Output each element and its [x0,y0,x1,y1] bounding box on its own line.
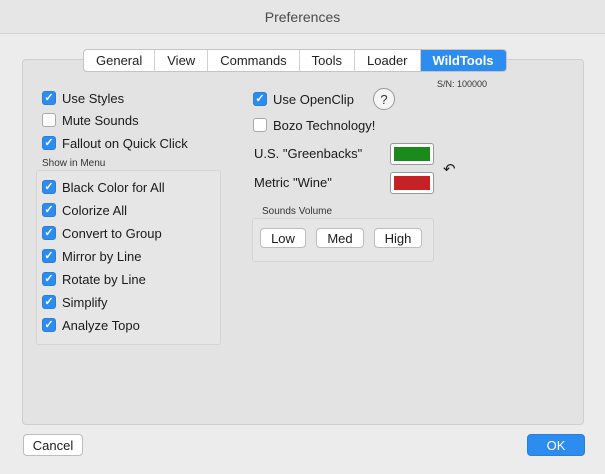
checkbox-label: Black Color for All [62,179,165,195]
mirror-by-line-checkbox[interactable]: Mirror by Line [42,247,141,265]
checkbox-icon [42,180,56,194]
checkbox-label: Analyze Topo [62,317,140,333]
checkbox-label: Simplify [62,294,108,310]
convert-to-group-checkbox[interactable]: Convert to Group [42,224,162,242]
checkbox-icon [42,91,56,105]
volume-high-button[interactable]: High [374,228,422,248]
checkbox-label: Fallout on Quick Click [62,135,188,151]
checkbox-icon [42,203,56,217]
show-in-menu-label: Show in Menu [42,158,106,169]
simplify-checkbox[interactable]: Simplify [42,293,108,311]
checkbox-label: Rotate by Line [62,271,146,287]
greenbacks-color-well[interactable] [390,143,434,165]
fallout-quick-click-checkbox[interactable]: Fallout on Quick Click [42,134,188,152]
tab-bar: General View Commands Tools Loader WildT… [83,49,507,72]
cancel-button[interactable]: Cancel [23,434,83,456]
checkbox-icon [42,272,56,286]
volume-med-button[interactable]: Med [316,228,364,248]
tab-loader[interactable]: Loader [355,50,421,71]
undo-icon[interactable]: ↶ [443,160,456,178]
checkbox-icon [253,118,267,132]
bozo-technology-checkbox[interactable]: Bozo Technology! [253,116,375,134]
use-styles-checkbox[interactable]: Use Styles [42,89,124,107]
checkbox-label: Use OpenClip [273,91,354,107]
checkbox-label: Use Styles [62,90,125,106]
greenbacks-label: U.S. "Greenbacks" [254,146,363,161]
use-openclip-checkbox[interactable]: Use OpenClip [253,90,354,108]
greenbacks-color-fill [394,147,430,161]
tab-commands[interactable]: Commands [208,50,300,71]
wine-label: Metric "Wine" [254,175,332,190]
serial-number: S/N: 100000 [437,79,488,89]
tab-wildtools[interactable]: WildTools [420,50,506,71]
mute-sounds-checkbox[interactable]: Mute Sounds [42,111,139,129]
volume-low-button[interactable]: Low [260,228,306,248]
checkbox-icon [42,136,56,150]
checkbox-icon [42,113,56,127]
black-color-checkbox[interactable]: Black Color for All [42,178,165,196]
rotate-by-line-checkbox[interactable]: Rotate by Line [42,270,146,288]
checkbox-label: Bozo Technology! [273,117,376,133]
checkbox-icon [42,249,56,263]
checkbox-label: Mirror by Line [62,248,142,264]
window-title: Preferences [264,9,341,25]
tab-tools[interactable]: Tools [300,50,356,71]
checkbox-icon [42,226,56,240]
title-bar: Preferences [0,0,605,34]
analyze-topo-checkbox[interactable]: Analyze Topo [42,316,140,334]
checkbox-icon [42,295,56,309]
tab-view[interactable]: View [155,50,209,71]
wine-color-well[interactable] [390,172,434,194]
sounds-volume-label: Sounds Volume [262,206,333,217]
checkbox-label: Mute Sounds [62,112,139,128]
checkbox-icon [42,318,56,332]
checkbox-icon [253,92,267,106]
colorize-all-checkbox[interactable]: Colorize All [42,201,127,219]
checkbox-label: Colorize All [62,202,128,218]
wine-color-fill [394,176,430,190]
checkbox-label: Convert to Group [62,225,162,241]
help-button[interactable]: ? [373,88,395,110]
ok-button[interactable]: OK [527,434,585,456]
tab-general[interactable]: General [84,50,156,71]
